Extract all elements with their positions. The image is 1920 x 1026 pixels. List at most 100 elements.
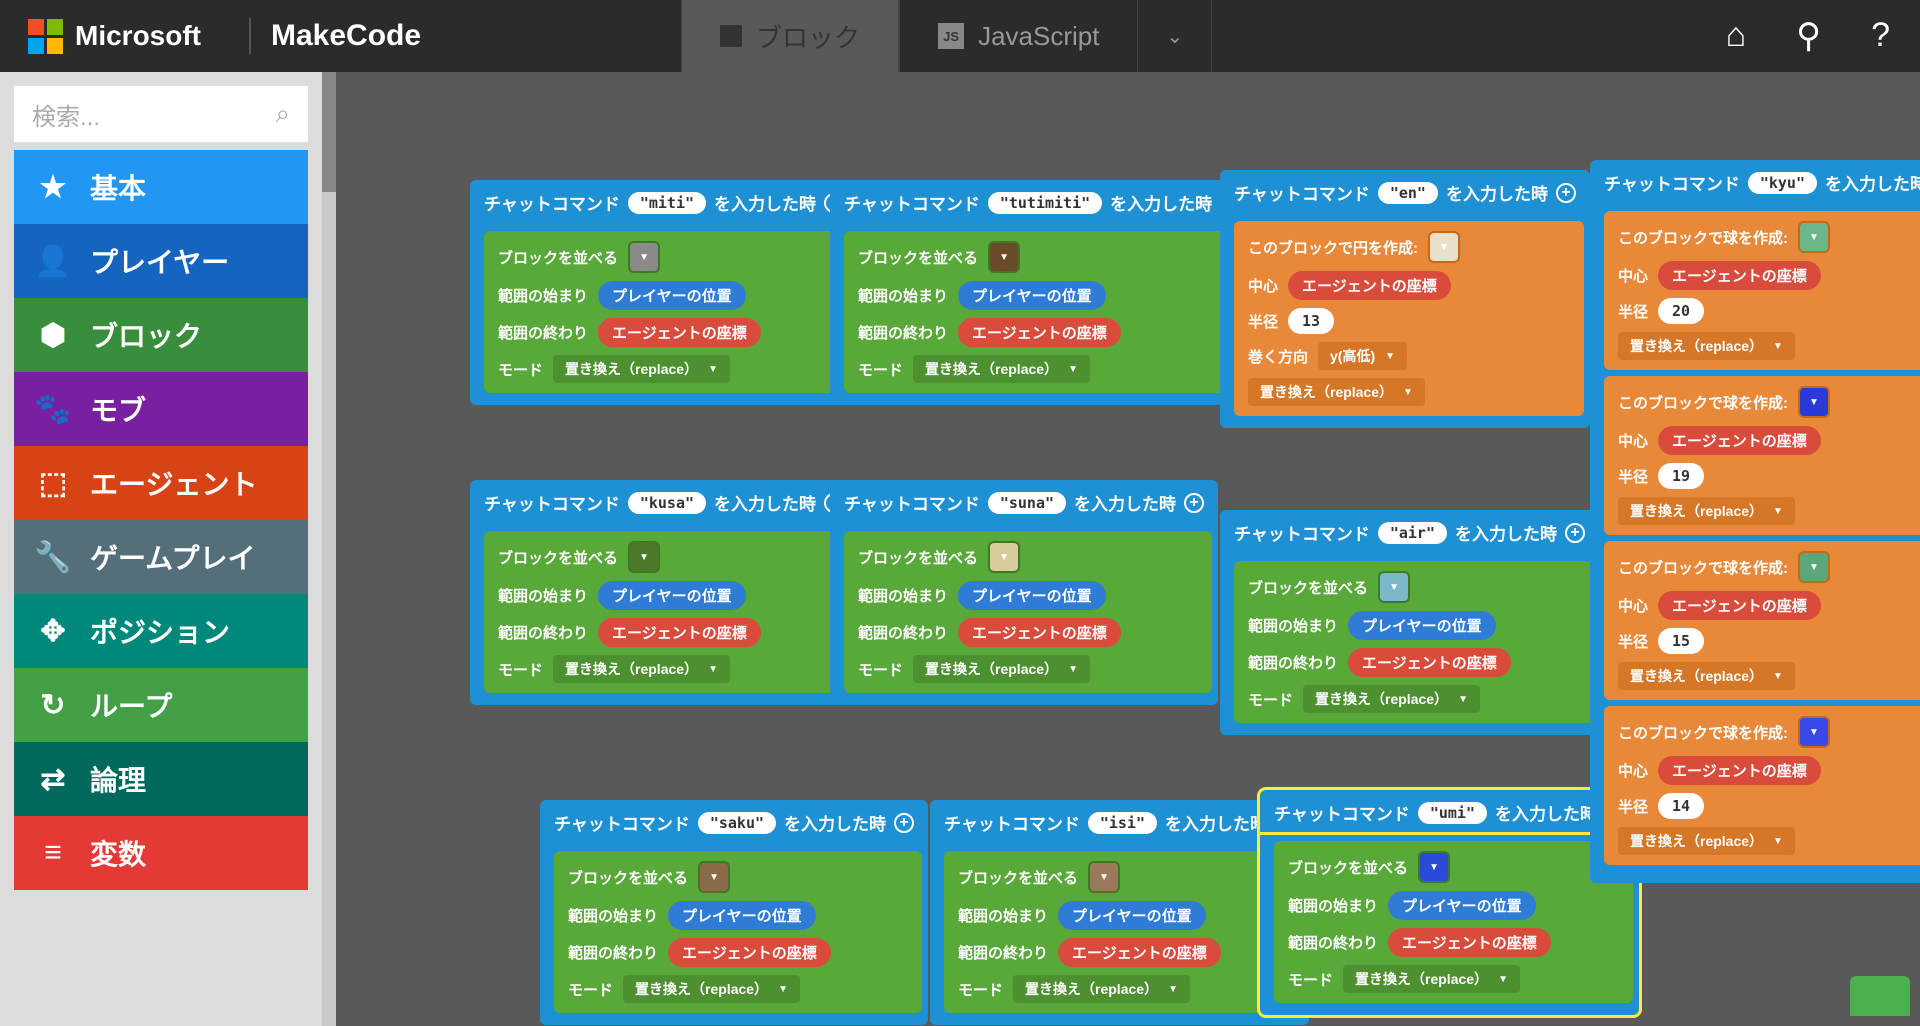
radius-value[interactable]: 19: [1658, 463, 1704, 489]
category-1[interactable]: 👤プレイヤー: [14, 224, 308, 298]
chat-block-kusa[interactable]: チャットコマンド "kusa" を入力した時+ ブロックを並べる ▼範囲の始まり …: [470, 480, 858, 705]
chat-command-value[interactable]: "saku": [698, 812, 776, 834]
chat-block-miti[interactable]: チャットコマンド "miti" を入力した時+ ブロックを並べる ▼範囲の始まり …: [470, 180, 858, 405]
category-9[interactable]: ≡変数: [14, 816, 308, 890]
block-picker[interactable]: ▼: [1798, 716, 1830, 748]
block-hat[interactable]: チャットコマンド "saku" を入力した時+: [540, 800, 928, 845]
chat-command-value[interactable]: "umi": [1418, 802, 1487, 824]
block-hat[interactable]: チャットコマンド "tutimiti" を入力した時+: [830, 180, 1254, 225]
agent-position[interactable]: エージェントの座標: [1388, 928, 1551, 957]
agent-position[interactable]: エージェントの座標: [598, 318, 761, 347]
player-position[interactable]: プレイヤーの位置: [958, 581, 1106, 610]
category-3[interactable]: 🐾モブ: [14, 372, 308, 446]
agent-position[interactable]: エージェントの座標: [1288, 271, 1451, 300]
mode-dropdown[interactable]: 置き換え（replace） ▼: [913, 355, 1090, 383]
block-picker[interactable]: ▼: [1428, 231, 1460, 263]
block-hat[interactable]: チャットコマンド "kusa" を入力した時+: [470, 480, 858, 525]
block-hat[interactable]: チャットコマンド "umi" を入力した時+: [1260, 790, 1639, 835]
player-position[interactable]: プレイヤーの位置: [958, 281, 1106, 310]
chat-command-value[interactable]: "tutimiti": [988, 192, 1102, 214]
block-hat[interactable]: チャットコマンド "air" を入力した時+: [1220, 510, 1599, 555]
plus-icon[interactable]: +: [1565, 523, 1585, 543]
block-picker[interactable]: ▼: [988, 541, 1020, 573]
radius-value[interactable]: 15: [1658, 628, 1704, 654]
fill-block[interactable]: ブロックを並べる ▼範囲の始まり プレイヤーの位置範囲の終わり エージェントの座…: [554, 851, 922, 1013]
player-position[interactable]: プレイヤーの位置: [1058, 901, 1206, 930]
plus-icon[interactable]: +: [1184, 493, 1204, 513]
block-hat[interactable]: チャットコマンド "isi" を入力した時+: [930, 800, 1309, 845]
category-5[interactable]: 🔧ゲームプレイ: [14, 520, 308, 594]
search-input[interactable]: 検索... ⌕: [14, 86, 308, 142]
fill-block[interactable]: ブロックを並べる ▼範囲の始まり プレイヤーの位置範囲の終わり エージェントの座…: [484, 531, 852, 693]
chat-block-tutimiti[interactable]: チャットコマンド "tutimiti" を入力した時+ ブロックを並べる ▼範囲の…: [830, 180, 1254, 405]
mode-dropdown[interactable]: 置き換え（replace） ▼: [1013, 975, 1190, 1003]
mode-dropdown[interactable]: 置き換え（replace） ▼: [913, 655, 1090, 683]
block-picker[interactable]: ▼: [1418, 851, 1450, 883]
player-position[interactable]: プレイヤーの位置: [1388, 891, 1536, 920]
operator-dropdown[interactable]: 置き換え（replace） ▼: [1618, 662, 1795, 690]
block-picker[interactable]: ▼: [1798, 386, 1830, 418]
chat-block-umi[interactable]: チャットコマンド "umi" を入力した時+ ブロックを並べる ▼範囲の始まり プ…: [1260, 790, 1639, 1015]
agent-position[interactable]: エージェントの座標: [958, 318, 1121, 347]
chat-block-kyu[interactable]: チャットコマンド "kyu" を入力した時+ このブロックで球を作成: ▼中心 エ…: [1590, 160, 1920, 883]
sphere-block[interactable]: このブロックで球を作成: ▼中心 エージェントの座標半径 20置き換え（repl…: [1604, 211, 1920, 370]
chat-command-value[interactable]: "isi": [1088, 812, 1157, 834]
block-picker[interactable]: ▼: [1378, 571, 1410, 603]
block-picker[interactable]: ▼: [988, 241, 1020, 273]
mode-dropdown[interactable]: 置き換え（replace） ▼: [1343, 965, 1520, 993]
block-hat[interactable]: チャットコマンド "suna" を入力した時+: [830, 480, 1218, 525]
chat-block-air[interactable]: チャットコマンド "air" を入力した時+ブロックを並べる ▼範囲の始まり プ…: [1220, 510, 1599, 735]
fill-block[interactable]: ブロックを並べる ▼範囲の始まり プレイヤーの位置範囲の終わり エージェントの座…: [1274, 841, 1633, 1003]
sphere-block[interactable]: このブロックで球を作成: ▼中心 エージェントの座標半径 14置き換え（repl…: [1604, 706, 1920, 865]
chat-block-isi[interactable]: チャットコマンド "isi" を入力した時+ ブロックを並べる ▼範囲の始まり プ…: [930, 800, 1309, 1025]
fill-block[interactable]: ブロックを並べる ▼範囲の始まり プレイヤーの位置範囲の終わり エージェントの座…: [944, 851, 1303, 1013]
chat-command-value[interactable]: "kusa": [628, 492, 706, 514]
block-picker[interactable]: ▼: [1088, 861, 1120, 893]
category-8[interactable]: ⇄論理: [14, 742, 308, 816]
category-6[interactable]: ✥ポジション: [14, 594, 308, 668]
agent-position[interactable]: エージェントの座標: [1658, 261, 1821, 290]
block-hat[interactable]: チャットコマンド "en" を入力した時+: [1220, 170, 1590, 215]
mode-dropdown[interactable]: 置き換え（replace） ▼: [623, 975, 800, 1003]
plus-icon[interactable]: +: [894, 813, 914, 833]
agent-position[interactable]: エージェントの座標: [1058, 938, 1221, 967]
operator-dropdown[interactable]: 置き換え（replace） ▼: [1618, 497, 1795, 525]
mode-dropdown[interactable]: 置き換え（replace） ▼: [553, 355, 730, 383]
chat-command-value[interactable]: "kyu": [1748, 172, 1817, 194]
sidebar-scrollbar[interactable]: [322, 72, 336, 1026]
zoom-fab[interactable]: [1850, 976, 1910, 1016]
tab-blocks[interactable]: ブロック: [681, 0, 899, 72]
radius-value[interactable]: 20: [1658, 298, 1704, 324]
category-0[interactable]: ★基本: [14, 150, 308, 224]
agent-position[interactable]: エージェントの座標: [598, 618, 761, 647]
agent-position[interactable]: エージェントの座標: [1658, 426, 1821, 455]
chat-command-value[interactable]: "miti": [628, 192, 706, 214]
category-2[interactable]: ⬢ブロック: [14, 298, 308, 372]
chat-block-suna[interactable]: チャットコマンド "suna" を入力した時+ ブロックを並べる ▼範囲の始まり …: [830, 480, 1218, 705]
agent-position[interactable]: エージェントの座標: [1658, 756, 1821, 785]
share-icon[interactable]: ⚲: [1796, 16, 1821, 56]
block-hat[interactable]: チャットコマンド "kyu" を入力した時+: [1590, 160, 1920, 205]
tab-dropdown[interactable]: ⌄: [1138, 0, 1212, 72]
fill-block[interactable]: ブロックを並べる ▼範囲の始まり プレイヤーの位置範囲の終わり エージェントの座…: [844, 231, 1248, 393]
player-position[interactable]: プレイヤーの位置: [598, 281, 746, 310]
chat-command-value[interactable]: "en": [1378, 182, 1438, 204]
mode-dropdown[interactable]: 置き換え（replace） ▼: [1303, 685, 1480, 713]
block-picker[interactable]: ▼: [628, 241, 660, 273]
help-icon[interactable]: ?: [1871, 16, 1890, 56]
fill-block[interactable]: ブロックを並べる ▼範囲の始まり プレイヤーの位置範囲の終わり エージェントの座…: [484, 231, 852, 393]
chat-block-saku[interactable]: チャットコマンド "saku" を入力した時+ ブロックを並べる ▼範囲の始まり …: [540, 800, 928, 1025]
agent-position[interactable]: エージェントの座標: [668, 938, 831, 967]
plus-icon[interactable]: +: [1556, 183, 1576, 203]
chat-command-value[interactable]: "air": [1378, 522, 1447, 544]
block-hat[interactable]: チャットコマンド "miti" を入力した時+: [470, 180, 858, 225]
radius-value[interactable]: 13: [1288, 308, 1334, 334]
sphere-block[interactable]: このブロックで球を作成: ▼中心 エージェントの座標半径 15置き換え（repl…: [1604, 541, 1920, 700]
circle-block[interactable]: このブロックで円を作成: ▼中心 エージェントの座標半径 13巻く方向 y(高低…: [1234, 221, 1584, 416]
fill-block[interactable]: ブロックを並べる ▼範囲の始まり プレイヤーの位置範囲の終わり エージェントの座…: [844, 531, 1212, 693]
agent-position[interactable]: エージェントの座標: [958, 618, 1121, 647]
block-picker[interactable]: ▼: [1798, 551, 1830, 583]
home-icon[interactable]: ⌂: [1726, 16, 1747, 56]
operator-dropdown[interactable]: 置き換え（replace） ▼: [1618, 332, 1795, 360]
operator-dropdown[interactable]: 置き換え（replace） ▼: [1248, 378, 1425, 406]
